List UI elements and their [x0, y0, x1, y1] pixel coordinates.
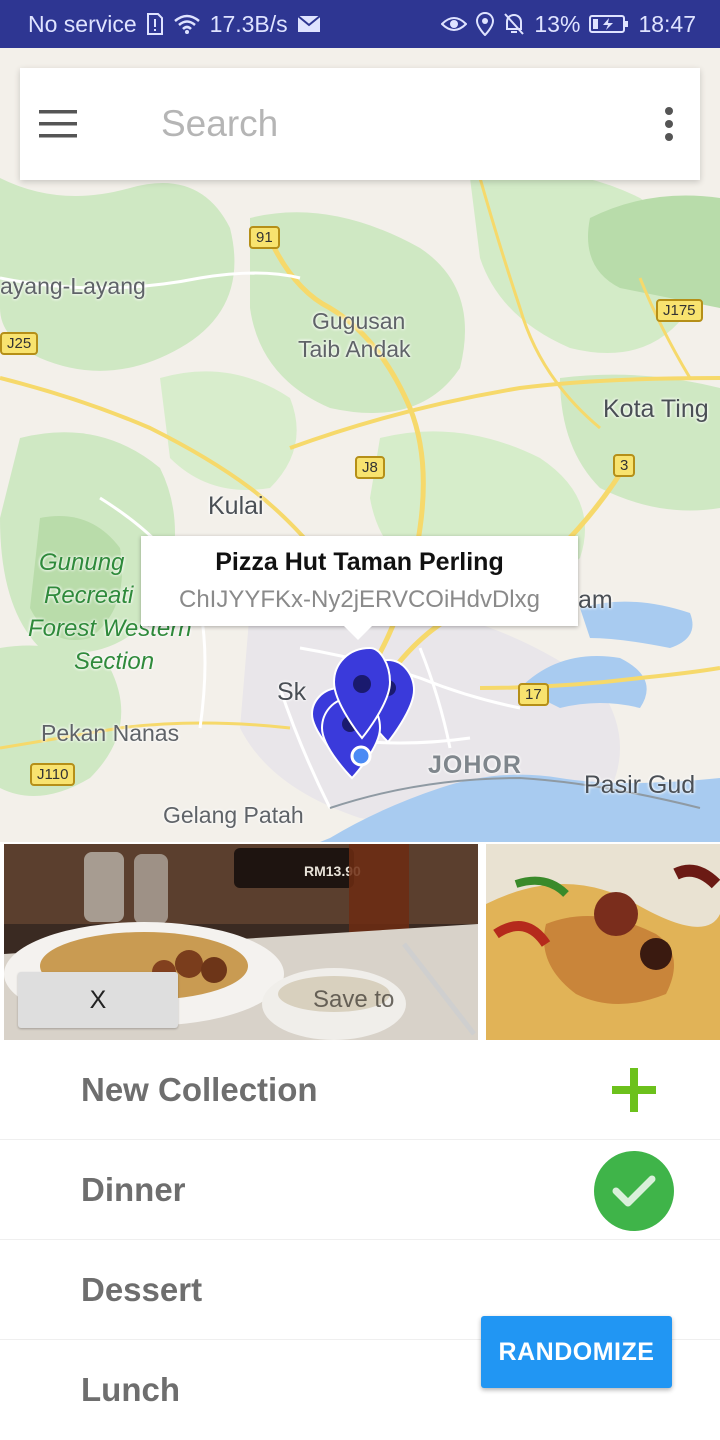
- battery-percent: 13%: [534, 10, 581, 37]
- map-label-johor: JOHOR: [428, 751, 522, 779]
- location-icon: [476, 12, 495, 36]
- overflow-menu-button[interactable]: [637, 68, 700, 180]
- collection-item-new[interactable]: New Collection: [0, 1040, 720, 1140]
- map-label-layang: ayang-Layang: [0, 273, 146, 299]
- map-label-recreation: Recreati: [44, 582, 134, 609]
- road-shield-j110: J110: [30, 763, 76, 786]
- marker-info-window[interactable]: Pizza Hut Taman Perling ChIJYYFKx-Ny2jER…: [141, 536, 578, 640]
- save-to-label: Save to: [313, 986, 395, 1013]
- eye-icon: [441, 15, 468, 33]
- food-photo-2[interactable]: [486, 844, 720, 1040]
- selected-check-icon[interactable]: [594, 1151, 674, 1231]
- map-label-section: Section: [74, 648, 155, 675]
- road-shield-j25: J25: [0, 332, 39, 355]
- hamburger-icon: [38, 110, 77, 138]
- road-shield-j8: J8: [355, 456, 385, 479]
- road-shield-17: 17: [518, 683, 549, 706]
- network-speed: 17.3B/s: [209, 10, 288, 37]
- notifications-off-icon: [503, 12, 525, 36]
- carrier-label: No service: [28, 10, 137, 37]
- mail-icon: [297, 15, 321, 33]
- map-label-gunung: Gunung: [39, 549, 125, 576]
- status-bar: No service 17.3B/s 13% 18:47: [0, 0, 720, 48]
- map-label-gelang-patah: Gelang Patah: [163, 802, 304, 828]
- more-vert-icon: [664, 107, 673, 141]
- search-bar: [20, 68, 700, 180]
- sim-alert-icon: [146, 13, 164, 35]
- place-title: Pizza Hut Taman Perling: [215, 548, 504, 576]
- close-photo-button[interactable]: X: [18, 972, 178, 1028]
- map-label-sk: Sk: [277, 678, 307, 706]
- map-label-am: am: [578, 586, 613, 614]
- road-shield-3: 3: [613, 454, 636, 477]
- menu-button[interactable]: [20, 68, 97, 180]
- map-label-gugusan: Gugusan: [312, 308, 406, 334]
- search-input[interactable]: [161, 103, 637, 145]
- clock: 18:47: [638, 10, 696, 37]
- collection-label: Dinner: [81, 1170, 186, 1208]
- wifi-icon: [173, 13, 201, 35]
- road-shield-j175: J175: [656, 299, 703, 322]
- randomize-button[interactable]: RANDOMIZE: [481, 1316, 672, 1388]
- plus-icon[interactable]: [612, 1068, 656, 1112]
- collections-sheet: New Collection Dinner Dessert Lunch RAND…: [0, 1040, 720, 1440]
- map-label-kulai: Kulai: [208, 492, 264, 520]
- map-label-kota-tinggi: Kota Ting: [603, 395, 709, 423]
- collection-label: New Collection: [81, 1070, 318, 1108]
- battery-charging-icon: [589, 14, 629, 34]
- collection-label: Lunch: [81, 1371, 180, 1408]
- map-label-pekan-nanas: Pekan Nanas: [41, 720, 180, 746]
- map-label-taib-andak: Taib Andak: [298, 336, 411, 362]
- collection-label: Dessert: [81, 1270, 203, 1308]
- map-label-pasir-gudang: Pasir Gud: [584, 771, 696, 799]
- place-id: ChIJYYFKx-Ny2jERVCOiHdvDlxg: [179, 586, 540, 613]
- road-shield-91: 91: [249, 226, 280, 249]
